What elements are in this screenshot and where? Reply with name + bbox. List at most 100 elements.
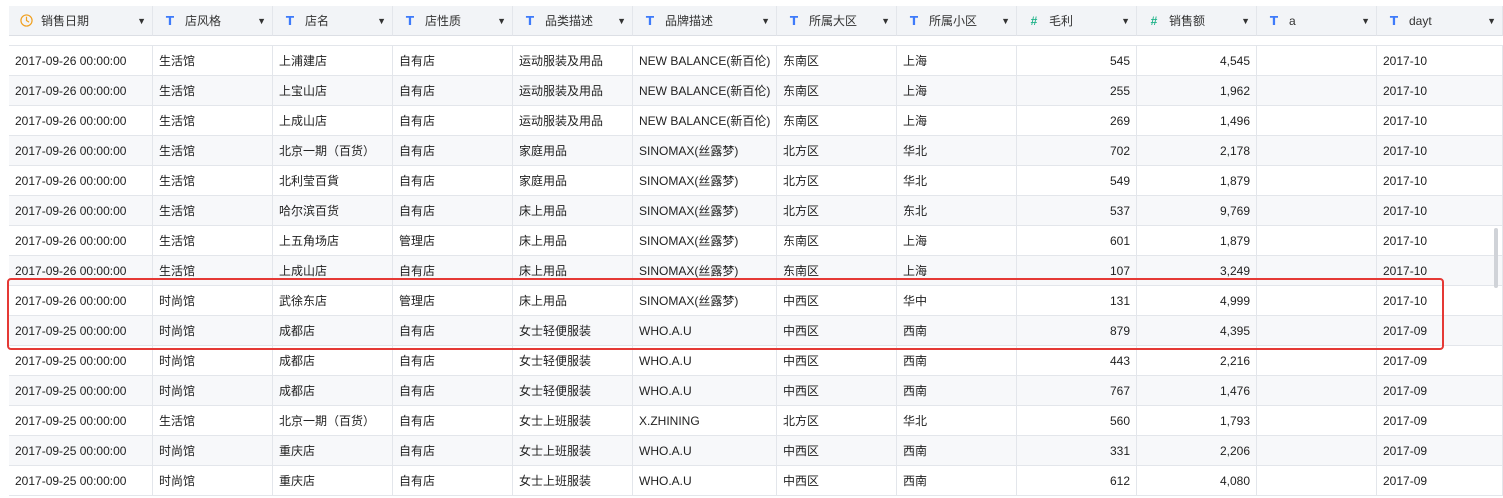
chevron-down-icon[interactable]: ▼ <box>1121 16 1130 26</box>
table-cell: 1,879 <box>1137 226 1257 256</box>
table-cell: 2017-09-26 00:00:00 <box>9 136 153 166</box>
table-cell: 东北 <box>897 196 1017 226</box>
table-cell: 生活馆 <box>153 166 273 196</box>
table-cell: NEW BALANCE(新百伦) <box>633 46 777 76</box>
table-cell <box>1257 226 1377 256</box>
table-cell: 上浦建店 <box>273 46 393 76</box>
column-header-label: 所属小区 <box>929 14 978 28</box>
table-cell: 床上用品 <box>513 226 633 256</box>
table-cell: 中西区 <box>777 316 897 346</box>
table-cell: 西南 <box>897 466 1017 496</box>
table-cell: 545 <box>1017 46 1137 76</box>
chevron-down-icon[interactable]: ▼ <box>617 16 626 26</box>
table-cell: 东南区 <box>777 46 897 76</box>
column-header-8[interactable]: # 毛利 ▼ <box>1017 6 1137 36</box>
table-cell: 2017-10 <box>1377 106 1503 136</box>
column-header-2[interactable]: T 店名 ▼ <box>273 6 393 36</box>
table-cell: 自有店 <box>393 46 513 76</box>
table-cell: 自有店 <box>393 376 513 406</box>
table-cell: 自有店 <box>393 76 513 106</box>
text-type-icon: T <box>1389 13 1399 28</box>
table-row[interactable]: 2017-09-26 00:00:00 生活馆 哈尔滨百货 自有店 床上用品 SINOMA… <box>9 196 1503 226</box>
table-cell: 2017-10 <box>1377 46 1503 76</box>
table-cell: 2017-09-26 00:00:00 <box>9 166 153 196</box>
column-header-1[interactable]: T 店风格 ▼ <box>153 6 273 36</box>
table-row[interactable]: 2017-09-25 00:00:00 生活馆 北京一期（百货） 自有店 女士上班服装 X… <box>9 406 1503 436</box>
table-cell: 生活馆 <box>153 46 273 76</box>
table-row[interactable]: 2017-09-25 00:00:00 时尚馆 成都店 自有店 女士轻便服装 WHO.A.… <box>9 346 1503 376</box>
table-cell: 华北 <box>897 136 1017 166</box>
table-cell: 2017-09-26 00:00:00 <box>9 226 153 256</box>
table-cell: 107 <box>1017 256 1137 286</box>
table-cell: 255 <box>1017 76 1137 106</box>
text-type-icon: T <box>285 13 295 28</box>
table-row[interactable]: 2017-09-26 00:00:00 时尚馆 武徐东店 管理店 床上用品 SINOMAX… <box>9 286 1503 316</box>
table-row[interactable]: 2017-09-26 00:00:00 生活馆 北京一期（百货） 自有店 家庭用品 SIN… <box>9 136 1503 166</box>
table-cell: 东南区 <box>777 76 897 106</box>
table-cell: 北方区 <box>777 136 897 166</box>
table-cell: 2017-09-26 00:00:00 <box>9 286 153 316</box>
table-cell <box>1257 106 1377 136</box>
table-row[interactable]: 2017-09-25 00:00:00 时尚馆 重庆店 自有店 女士上班服装 WHO.A.… <box>9 466 1503 496</box>
table-cell: 西南 <box>897 376 1017 406</box>
table-cell: 床上用品 <box>513 256 633 286</box>
column-header-4[interactable]: T 品类描述 ▼ <box>513 6 633 36</box>
table-row[interactable]: 2017-09-26 00:00:00 生活馆 上成山店 自有店 床上用品 SINOMAX… <box>9 256 1503 286</box>
column-header-7[interactable]: T 所属小区 ▼ <box>897 6 1017 36</box>
table-cell: 自有店 <box>393 106 513 136</box>
table-cell: 自有店 <box>393 346 513 376</box>
chevron-down-icon[interactable]: ▼ <box>1001 16 1010 26</box>
clock-icon <box>19 14 33 28</box>
table-cell: 生活馆 <box>153 76 273 106</box>
column-header-10[interactable]: Ta ▼ <box>1257 6 1377 36</box>
table-cell: 2017-09-25 00:00:00 <box>9 406 153 436</box>
table-cell <box>1257 376 1377 406</box>
chevron-down-icon[interactable]: ▼ <box>1361 16 1370 26</box>
table-cell: 女士上班服装 <box>513 406 633 436</box>
vertical-scrollbar-thumb[interactable] <box>1494 228 1498 288</box>
table-cell: 北利莹百貨 <box>273 166 393 196</box>
chevron-down-icon[interactable]: ▼ <box>377 16 386 26</box>
table-cell: 女士轻便服装 <box>513 346 633 376</box>
table-cell: 2017-09 <box>1377 406 1503 436</box>
column-header-5[interactable]: T 品牌描述 ▼ <box>633 6 777 36</box>
table-row[interactable]: 2017-09-26 00:00:00 生活馆 北利莹百貨 自有店 家庭用品 SINOMA… <box>9 166 1503 196</box>
chevron-down-icon[interactable]: ▼ <box>1241 16 1250 26</box>
chevron-down-icon[interactable]: ▼ <box>1487 16 1496 26</box>
table-cell: 612 <box>1017 466 1137 496</box>
chevron-down-icon[interactable]: ▼ <box>497 16 506 26</box>
table-cell: 自有店 <box>393 256 513 286</box>
table-cell: 时尚馆 <box>153 286 273 316</box>
chevron-down-icon[interactable]: ▼ <box>137 16 146 26</box>
table-cell <box>1257 76 1377 106</box>
table-cell: 床上用品 <box>513 196 633 226</box>
chevron-down-icon[interactable]: ▼ <box>257 16 266 26</box>
column-header-9[interactable]: # 销售额 ▼ <box>1137 6 1257 36</box>
table-cell: 2017-09-26 00:00:00 <box>9 46 153 76</box>
table-row[interactable]: 2017-09-26 00:00:00 生活馆 上浦建店 自有店 运动服装及用品 NEW … <box>9 46 1503 76</box>
table-cell: 1,793 <box>1137 406 1257 436</box>
table-cell: 1,879 <box>1137 166 1257 196</box>
table-cell: 女士轻便服装 <box>513 376 633 406</box>
table-row[interactable]: 2017-09-25 00:00:00 时尚馆 成都店 自有店 女士轻便服装 WHO.A.… <box>9 376 1503 406</box>
table-cell: 4,545 <box>1137 46 1257 76</box>
table-cell: 2017-10 <box>1377 196 1503 226</box>
table-row[interactable]: 2017-09-26 00:00:00 生活馆 上成山店 自有店 运动服装及用品 NEW … <box>9 106 1503 136</box>
table-cell: 床上用品 <box>513 286 633 316</box>
column-header-3[interactable]: T 店性质 ▼ <box>393 6 513 36</box>
table-cell: 上成山店 <box>273 106 393 136</box>
table-row[interactable]: 2017-09-26 00:00:00 生活馆 上五角场店 管理店 床上用品 SINOMA… <box>9 226 1503 256</box>
table-cell: 华北 <box>897 166 1017 196</box>
column-header-11[interactable]: Tdayt ▼ <box>1377 6 1503 36</box>
table-row[interactable]: 2017-09-25 00:00:00 时尚馆 重庆店 自有店 女士上班服装 WHO.A.… <box>9 436 1503 466</box>
table-cell: 2017-10 <box>1377 166 1503 196</box>
column-header-6[interactable]: T 所属大区 ▼ <box>777 6 897 36</box>
table-cell: 2017-10 <box>1377 226 1503 256</box>
chevron-down-icon[interactable]: ▼ <box>881 16 890 26</box>
table-cell: 自有店 <box>393 136 513 166</box>
table-row[interactable]: 2017-09-26 00:00:00 生活馆 上宝山店 自有店 运动服装及用品 NEW … <box>9 76 1503 106</box>
table-row[interactable]: 2017-09-25 00:00:00 时尚馆 成都店 自有店 女士轻便服装 WHO.A.… <box>9 316 1503 346</box>
chevron-down-icon[interactable]: ▼ <box>761 16 770 26</box>
column-header-label: a <box>1289 13 1296 28</box>
column-header-0[interactable]: 销售日期 ▼ <box>9 6 153 36</box>
